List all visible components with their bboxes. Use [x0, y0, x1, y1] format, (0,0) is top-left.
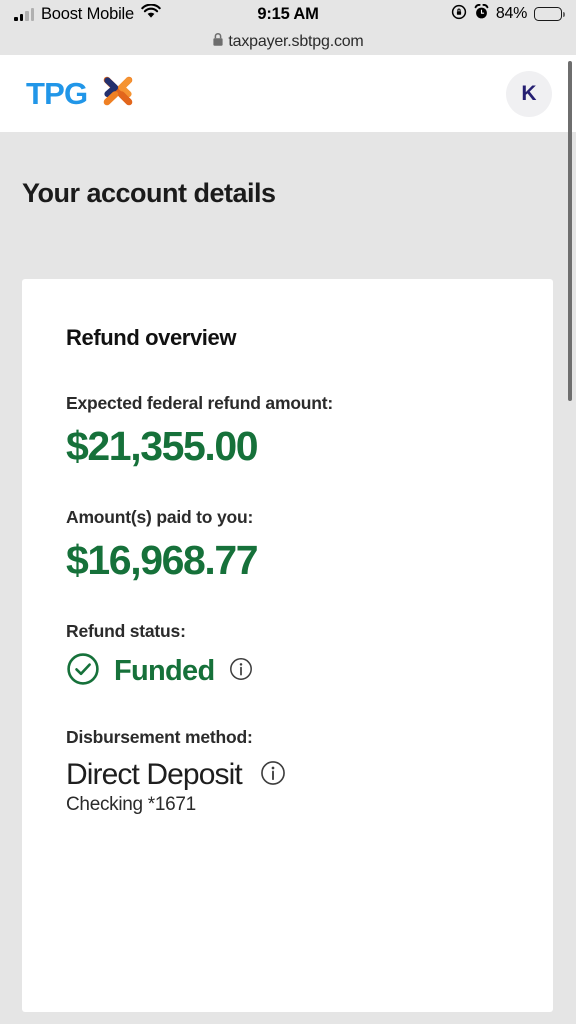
signal-bars-icon	[14, 7, 34, 21]
logo-wordmark: TPG	[26, 76, 88, 111]
browser-url-bar[interactable]: taxpayer.sbtpg.com	[0, 28, 576, 55]
disbursement-method-row: Direct Deposit	[66, 758, 553, 792]
refund-status-label: Refund status:	[66, 621, 186, 642]
amount-paid-value: $16,968.77	[66, 537, 259, 584]
site-header: TPG K	[0, 55, 576, 132]
url-text: taxpayer.sbtpg.com	[228, 32, 364, 50]
battery-percent-label: 84%	[495, 5, 527, 22]
status-bar-right: 84%	[451, 3, 565, 25]
refund-status-row: Funded	[66, 652, 553, 691]
battery-icon	[534, 7, 565, 21]
expected-refund-label: Expected federal refund amount:	[66, 393, 334, 413]
expected-refund-value: $21,355.00	[66, 423, 259, 469]
tpg-logo[interactable]: TPG	[26, 69, 140, 118]
disbursement-method-value: Direct Deposit	[66, 758, 243, 792]
avatar-initial: K	[521, 81, 537, 105]
info-icon[interactable]	[260, 760, 286, 791]
avatar[interactable]: K	[506, 70, 552, 117]
disbursement-account: Checking *1671	[66, 794, 196, 816]
disbursement-method-label: Disbursement method:	[66, 727, 253, 748]
rotation-lock-icon	[451, 4, 467, 25]
status-bar-left: Boost Mobile	[14, 3, 161, 24]
refund-status-value: Funded	[114, 655, 215, 688]
lock-icon	[212, 32, 224, 52]
carrier-label: Boost Mobile	[41, 4, 134, 23]
refund-overview-card: Refund overview Expected federal refund …	[22, 279, 553, 1012]
page-body: Your account details Refund overview Exp…	[0, 132, 576, 1024]
info-icon[interactable]	[229, 657, 253, 686]
amount-paid-label: Amount(s) paid to you:	[66, 507, 254, 528]
check-circle-icon	[66, 652, 100, 691]
card-title: Refund overview	[66, 325, 237, 350]
ios-status-bar: Boost Mobile 9:15 AM 84%	[0, 0, 576, 28]
page-title: Your account details	[22, 178, 276, 208]
alarm-clock-icon	[474, 3, 489, 25]
wifi-icon	[141, 3, 161, 24]
tpg-x-mark-icon	[96, 69, 140, 118]
